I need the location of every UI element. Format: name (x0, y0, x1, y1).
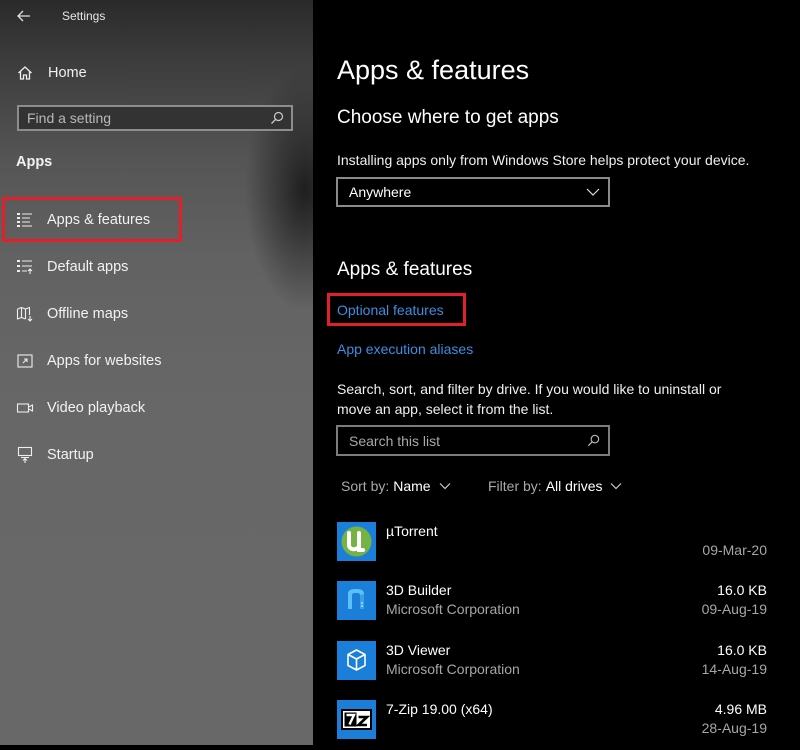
sidebar-item-label: Startup (47, 447, 94, 463)
section-label-apps: Apps (16, 154, 53, 170)
utorrent-icon (337, 522, 376, 561)
app-list-item[interactable]: 3D Viewer Microsoft Corporation 16.0 KB … (337, 641, 767, 691)
back-button[interactable] (14, 6, 34, 26)
app-name: 3D Viewer (386, 642, 451, 658)
app-source-dropdown[interactable]: Anywhere (336, 177, 610, 207)
chevron-down-icon (439, 483, 451, 490)
search-description-line-1: Search, sort, and filter by drive. If yo… (337, 381, 722, 397)
sidebar-item-offline-maps[interactable]: Offline maps (16, 301, 128, 327)
app-list-item[interactable]: 3D Builder Microsoft Corporation 16.0 KB… (337, 581, 767, 631)
app-name: µTorrent (386, 523, 438, 539)
home-icon (18, 66, 32, 80)
chevron-down-icon (611, 483, 622, 490)
highlight-annotation (327, 293, 466, 326)
video-camera-icon (16, 403, 34, 413)
app-date: 09-Aug-19 (701, 601, 767, 617)
app-date: 28-Aug-19 (701, 720, 767, 736)
highlight-annotation (2, 197, 182, 242)
sort-label: Sort by: (341, 478, 390, 494)
main-content: Apps & features Choose where to get apps… (313, 0, 800, 745)
sort-by-dropdown[interactable]: Sort by: Name (341, 478, 451, 494)
sidebar-item-label: Default apps (47, 259, 129, 275)
window-title: Settings (62, 9, 106, 23)
search-list-input[interactable] (349, 427, 579, 454)
app-name: 7-Zip 19.00 (x64) (386, 701, 493, 717)
dropdown-value: Anywhere (349, 184, 412, 200)
choose-apps-description: Installing apps only from Windows Store … (337, 152, 750, 168)
chevron-down-icon (586, 188, 600, 196)
sidebar: Settings Home Apps Apps & features Defau… (0, 0, 313, 745)
monitor-startup-icon (17, 446, 33, 463)
search-list-field[interactable] (336, 425, 610, 456)
sidebar-item-label: Offline maps (47, 306, 129, 322)
filter-label: Filter by: (488, 478, 542, 494)
sidebar-item-apps-for-websites[interactable]: Apps for websites (16, 348, 161, 374)
app-size: 16.0 KB (717, 582, 767, 598)
filter-by-dropdown[interactable]: Filter by: All drives (488, 478, 622, 494)
find-setting-field[interactable] (17, 105, 293, 131)
sidebar-item-default-apps[interactable]: Default apps (16, 254, 128, 280)
sidebar-item-video-playback[interactable]: Video playback (16, 395, 145, 421)
sidebar-item-label: Apps for websites (47, 353, 162, 369)
3d-builder-icon (337, 581, 376, 620)
search-icon[interactable] (586, 433, 601, 448)
app-list-item[interactable]: 7-Zip 19.00 (x64) 4.96 MB 28-Aug-19 (337, 700, 767, 750)
map-download-icon (16, 306, 33, 322)
filter-value: All drives (545, 478, 603, 494)
app-list-item[interactable]: µTorrent 09-Mar-20 (337, 522, 767, 572)
app-date: 09-Mar-20 (702, 542, 767, 558)
app-size: 16.0 KB (717, 642, 767, 658)
app-date: 14-Aug-19 (701, 661, 767, 677)
app-size: 4.96 MB (714, 701, 767, 717)
page-title: Apps & features (337, 55, 530, 85)
sidebar-item-label: Video playback (47, 400, 146, 416)
arrow-left-icon (17, 10, 30, 22)
sidebar-item-startup[interactable]: Startup (16, 442, 94, 468)
title-bar: Settings (0, 0, 313, 34)
sort-value: Name (393, 478, 431, 494)
choose-apps-heading: Choose where to get apps (337, 107, 559, 128)
app-name: 3D Builder (386, 582, 452, 598)
open-in-app-icon (17, 354, 33, 368)
3d-viewer-icon (337, 641, 376, 680)
find-setting-input[interactable] (27, 107, 267, 129)
sidebar-item-label: Home (48, 65, 87, 81)
search-icon[interactable] (269, 110, 285, 126)
default-apps-icon (17, 260, 33, 274)
search-description-line-2: move an app, select it from the list. (337, 401, 554, 417)
sidebar-item-home[interactable]: Home (16, 61, 87, 85)
app-publisher: Microsoft Corporation (386, 661, 520, 677)
app-execution-aliases-link[interactable]: App execution aliases (337, 341, 473, 357)
apps-features-heading: Apps & features (337, 259, 473, 280)
app-publisher: Microsoft Corporation (386, 601, 520, 617)
7zip-icon (337, 700, 376, 739)
